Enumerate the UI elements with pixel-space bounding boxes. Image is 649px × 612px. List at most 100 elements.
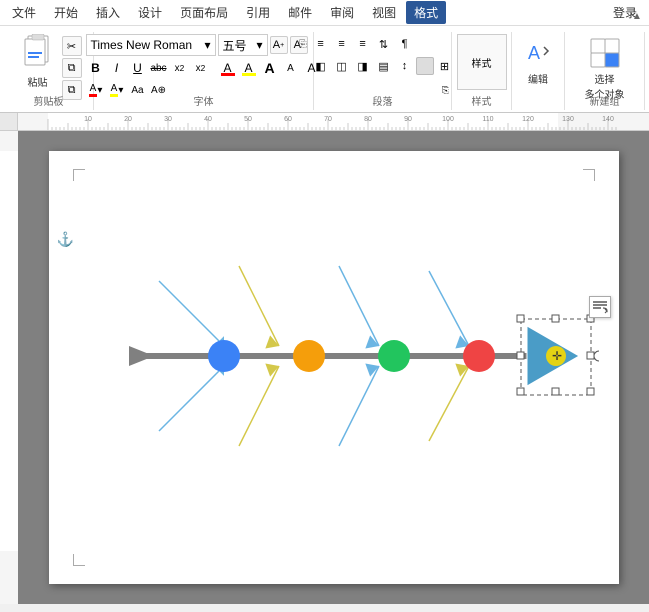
align-center-button[interactable]: ◫ (332, 56, 352, 76)
menu-insert[interactable]: 插入 (88, 1, 128, 24)
aa-button[interactable]: Aa (128, 80, 148, 100)
font-increase-button[interactable]: A+ (270, 36, 288, 54)
ribbon-group-editing: A 编辑 (512, 32, 565, 110)
paste-icon (20, 34, 56, 74)
font-label: 字体 (194, 91, 214, 108)
highlight-chevron: ▾ (118, 85, 123, 96)
paragraph-row-1: ≡ ≡ ≡ ⇅ ¶ (311, 34, 415, 54)
font-size-big-button[interactable]: A (260, 58, 280, 78)
menu-format[interactable]: 格式 (406, 1, 446, 24)
highlight-dropdown[interactable]: A ▾ (107, 80, 127, 100)
menu-review[interactable]: 审阅 (322, 1, 362, 24)
svg-text:10: 10 (84, 116, 92, 123)
select-multi-icon (589, 37, 621, 69)
margin-corner-bl (73, 554, 85, 566)
align-left-button[interactable]: ◧ (311, 56, 331, 76)
margin-corner-tr (583, 169, 595, 181)
list-bullet-button[interactable]: ≡ (311, 34, 331, 54)
sort-button[interactable]: ⇅ (374, 34, 394, 54)
font-color-chevron: ▾ (97, 85, 102, 96)
svg-text:A: A (528, 43, 540, 63)
svg-text:90: 90 (404, 116, 412, 123)
svg-text:50: 50 (244, 116, 252, 123)
cut-button[interactable]: ✂ (62, 36, 82, 56)
list-indent-button[interactable]: ≡ (353, 34, 373, 54)
paragraph-dialog-launcher[interactable]: ⎘ (442, 85, 449, 96)
ribbon-group-font: Times New Roman ▾ 五号 ▾ A+ A- B I U abc (94, 32, 314, 110)
ruler-main: // This is in SVG, not executed. We'll d… (18, 113, 649, 131)
superscript-button[interactable]: x2 (191, 58, 211, 78)
editing-icon: A (522, 37, 554, 69)
font-dialog-launcher[interactable]: ⎘ (295, 36, 311, 52)
highlight-a-icon: A (110, 83, 119, 97)
list-number-button[interactable]: ≡ (332, 34, 352, 54)
new-group-label: 新建组 (590, 91, 620, 108)
ribbon-group-clipboard: 粘贴 ✂ ⧉ ⧉ 剪贴板 (4, 32, 94, 110)
svg-text:20: 20 (124, 116, 132, 123)
menu-layout[interactable]: 页面布局 (172, 1, 236, 24)
ruler-svg: // This is in SVG, not executed. We'll d… (18, 113, 618, 131)
menu-file[interactable]: 文件 (4, 1, 44, 24)
clipboard-small-buttons: ✂ ⧉ ⧉ (62, 36, 82, 100)
font-format-row-2: A ▾ A ▾ Aa A⊕ (86, 80, 169, 100)
styles-gallery[interactable]: 样式 (457, 34, 507, 90)
paragraph-label: 段落 (373, 91, 393, 108)
show-marks-button[interactable]: ¶ (395, 34, 415, 54)
menu-design[interactable]: 设计 (130, 1, 170, 24)
font-expand-button[interactable]: A⊕ (149, 80, 169, 100)
shading-button[interactable] (416, 57, 434, 75)
editing-button[interactable]: A 编辑 (515, 34, 561, 89)
svg-text:140: 140 (602, 116, 614, 123)
vertical-ruler (0, 131, 18, 604)
horizontal-ruler: // This is in SVG, not executed. We'll d… (0, 113, 649, 131)
ribbon-group-styles: 样式 样式 (452, 32, 512, 110)
highlight-bar (242, 73, 256, 76)
font-format-row: B I U abc x2 x2 A A A A (86, 58, 322, 78)
svg-text:✛: ✛ (552, 349, 562, 363)
ribbon-group-new: 选择多个对象 新建组 (565, 32, 645, 110)
font-name-value: Times New Roman (91, 38, 193, 52)
bold-button[interactable]: B (86, 58, 106, 78)
fishbone-diagram: ✛ (69, 171, 599, 521)
page-wrapper: ⚓ (18, 131, 649, 604)
clipboard-label: 剪贴板 (34, 91, 64, 108)
paste-special-button[interactable]: ⧉ (62, 80, 82, 100)
menu-reference[interactable]: 引用 (238, 1, 278, 24)
italic-button[interactable]: I (107, 58, 127, 78)
paste-button[interactable]: 粘贴 (16, 34, 60, 89)
svg-text:120: 120 (522, 116, 534, 123)
font-a-icon: A (89, 83, 98, 97)
font-size-selector[interactable]: 五号 ▾ (218, 34, 268, 56)
font-color-dropdown[interactable]: A ▾ (86, 80, 106, 100)
align-right-button[interactable]: ◨ (353, 56, 373, 76)
menu-view[interactable]: 视图 (364, 1, 404, 24)
svg-text:100: 100 (442, 116, 454, 123)
copy-button[interactable]: ⧉ (62, 58, 82, 78)
ribbon-collapse-button[interactable]: ▲ (629, 8, 645, 24)
svg-text:80: 80 (364, 116, 372, 123)
menu-bar: 文件 开始 插入 设计 页面布局 引用 邮件 审阅 视图 格式 登录 (0, 0, 649, 26)
highlight-button[interactable]: A (239, 58, 259, 78)
line-spacing-button[interactable]: ↕ (395, 56, 415, 76)
svg-text:30: 30 (164, 116, 172, 123)
menu-mail[interactable]: 邮件 (280, 1, 320, 24)
font-size-value: 五号 (223, 37, 247, 54)
svg-text:130: 130 (562, 116, 574, 123)
font-name-selector[interactable]: Times New Roman ▾ (86, 34, 216, 56)
ribbon-content: 粘贴 ✂ ⧉ ⧉ 剪贴板 Times New Roman ▾ (0, 30, 649, 112)
document-area: ⚓ (0, 131, 649, 604)
subscript-button[interactable]: x2 (170, 58, 190, 78)
editing-label: 编辑 (528, 71, 548, 86)
styles-label: 样式 (472, 91, 492, 108)
font-name-dropdown-icon: ▾ (204, 38, 210, 52)
font-color-a-button[interactable]: A (218, 58, 238, 78)
menu-start[interactable]: 开始 (46, 1, 86, 24)
text-wrap-button[interactable] (589, 296, 611, 318)
svg-text:40: 40 (204, 116, 212, 123)
font-size-dropdown-icon: ▾ (256, 38, 262, 52)
font-color-bar (221, 73, 235, 76)
strikethrough-button[interactable]: abc (149, 58, 169, 78)
align-justify-button[interactable]: ▤ (374, 56, 394, 76)
underline-button[interactable]: U (128, 58, 148, 78)
font-size-small-button[interactable]: A (281, 58, 301, 78)
